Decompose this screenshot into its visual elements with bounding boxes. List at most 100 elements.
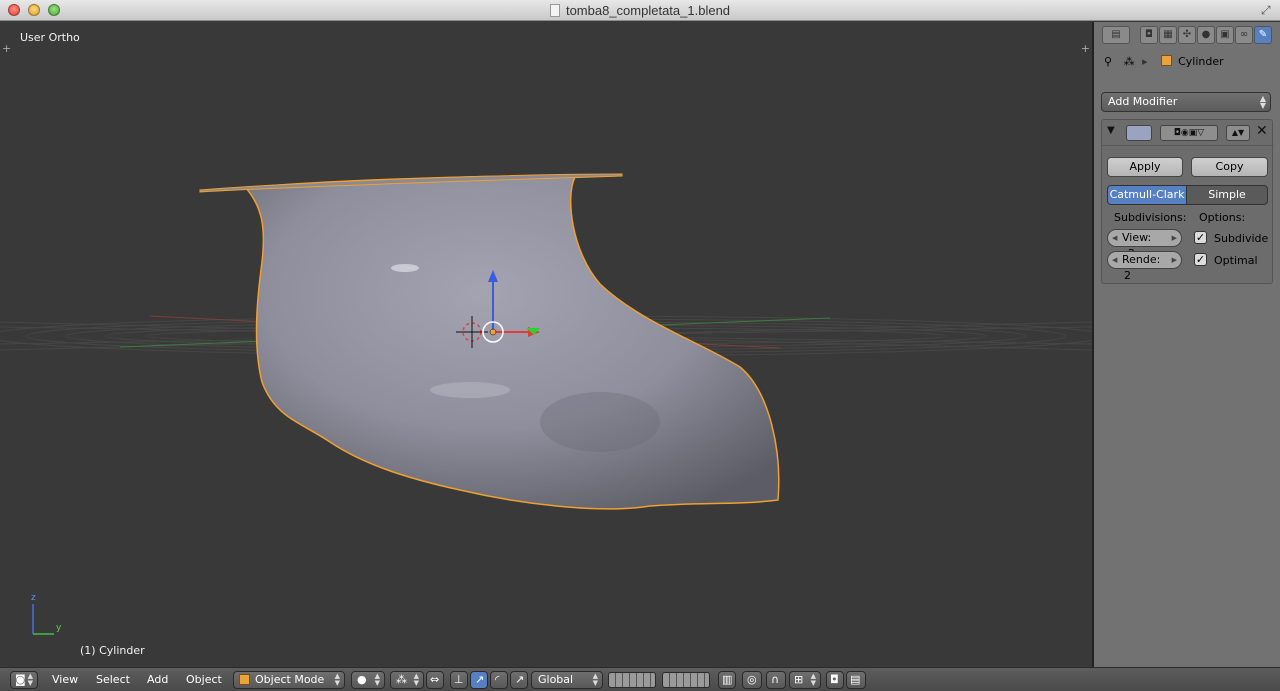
layer-lock-button[interactable]: ▥ (718, 671, 736, 689)
snap-toggle[interactable]: ∩ (766, 671, 786, 689)
object-context-icon[interactable]: ▣ (1216, 26, 1234, 44)
menu-add[interactable]: Add (147, 673, 168, 686)
increment-arrow-icon[interactable]: ▶ (1172, 230, 1177, 246)
options-label: Options: (1199, 211, 1246, 224)
subdivide-uvs-checkbox[interactable]: ✓ (1194, 231, 1207, 244)
properties-editor: ▤ ◘ ▦ ✣ ● ▣ ∞ ✎ ⚲ ⁂ ▸ Cylinder Add Modif… (1094, 22, 1280, 667)
document-icon (549, 4, 560, 17)
object-label: (1) Cylinder (80, 644, 145, 657)
scene-context-icon[interactable]: ✣ (1178, 26, 1196, 44)
render-levels-label: Rende: (1122, 253, 1161, 266)
window-title: tomba8_completata_1.blend (0, 3, 1280, 18)
manipulator-axis-button[interactable]: ⊥ (450, 671, 468, 689)
layer-icon: ▥ (722, 673, 733, 686)
optimal-display-checkbox[interactable]: ✓ (1194, 253, 1207, 266)
render-context-icon[interactable]: ◘ (1140, 26, 1158, 44)
modifier-display-toggles[interactable]: ◘◉▣▽ (1160, 125, 1218, 141)
mode-dropdown[interactable]: Object Mode ▲ ▼ (233, 671, 345, 689)
dropdown-arrows-icon: ▲ ▼ (374, 672, 380, 687)
breadcrumb-object-name: Cylinder (1178, 55, 1224, 68)
view-levels-field[interactable]: ◀ View: 2 ▶ (1107, 229, 1182, 260)
properties-context-bar: ▤ ◘ ▦ ✣ ● ▣ ∞ ✎ (1094, 22, 1280, 48)
dropdown-arrows-icon: ▲ ▼ (413, 672, 419, 687)
remove-modifier-icon[interactable]: ✕ (1256, 123, 1268, 139)
3d-view-header: ◙ ▲ ▼ View Select Add Object Object Mode ▲… (0, 667, 1280, 691)
camera-icon: ◘ (830, 673, 839, 686)
breadcrumb: ⚲ ⁂ ▸ Cylinder (1104, 55, 1224, 68)
subdivisions-label: Subdivisions: (1114, 211, 1187, 224)
decrement-arrow-icon[interactable]: ◀ (1112, 252, 1117, 268)
manipulator-toggle[interactable]: ⇔ (426, 671, 444, 689)
proportional-circle-icon: ◎ (747, 673, 757, 686)
move-modifier-icon[interactable]: ▲▼ (1226, 125, 1250, 141)
object-mode-icon (239, 674, 250, 685)
menu-select[interactable]: Select (96, 673, 130, 686)
orientation-label: Global (538, 673, 574, 686)
cube-view-icon: ◙ (15, 673, 26, 686)
clapper-icon: ▤ (850, 673, 861, 686)
increment-arrow-icon[interactable]: ▶ (1172, 252, 1177, 268)
shading-dropdown[interactable]: ● ▲ ▼ (351, 671, 385, 689)
3d-viewport[interactable]: z y User Ortho (1) Cylinder + + (0, 22, 1092, 667)
properties-toggle-icon[interactable]: + (1081, 42, 1090, 55)
editor-type-icon[interactable]: ▤ (1102, 26, 1130, 44)
collapse-triangle-icon[interactable]: ▼ (1107, 125, 1115, 136)
scale-button[interactable]: ↗ (510, 671, 528, 689)
proportional-edit-button[interactable]: ◎ (742, 671, 762, 689)
pin-icon[interactable]: ⚲ (1104, 55, 1112, 68)
axis-y-label: y (56, 623, 62, 633)
add-modifier-dropdown[interactable]: Add Modifier ▲ ▼ (1101, 92, 1271, 112)
render-camera-button[interactable]: ◘ (826, 671, 844, 689)
axis-arrows-icon: ⊥ (454, 673, 464, 686)
dropdown-arrows-icon: ▲ ▼ (334, 672, 340, 687)
render-levels-value: 2 (1124, 269, 1131, 282)
rotate-arc-icon: ◜ (495, 673, 500, 686)
subsurf-modifier-panel: ▼ ◘◉▣▽ ▲▼ ✕ Apply Copy Catmull-Clark Sim… (1101, 119, 1274, 284)
constraints-context-icon[interactable]: ∞ (1235, 26, 1253, 44)
snap-element-dropdown[interactable]: ⊞ ▲ ▼ (789, 671, 821, 689)
render-levels-field[interactable]: ◀ Rende: 2 ▶ (1107, 251, 1182, 282)
modifier-header: ▼ ◘◉▣▽ ▲▼ ✕ (1102, 120, 1274, 146)
catmull-clark-toggle[interactable]: Catmull-Clark (1107, 185, 1187, 205)
render-animation-button[interactable]: ▤ (846, 671, 866, 689)
axis-gizmo (32, 604, 54, 635)
snap-increment-icon: ⊞ (794, 673, 804, 686)
menu-object[interactable]: Object (186, 673, 222, 686)
translate-button[interactable]: ↗ (470, 671, 488, 689)
solid-shading-icon: ● (357, 673, 367, 686)
layers-context-icon[interactable]: ▦ (1159, 26, 1177, 44)
toolshelf-toggle-icon[interactable]: + (2, 42, 11, 55)
translate-arrow-icon: ↗ (475, 673, 485, 686)
copy-button[interactable]: Copy (1191, 157, 1268, 177)
mode-label: Object Mode (255, 673, 325, 686)
subdivide-uvs-label: Subdivide (1214, 232, 1269, 245)
menu-view[interactable]: View (52, 673, 78, 686)
orientation-dropdown[interactable]: Global ▲ ▼ (531, 671, 603, 689)
rotate-button[interactable]: ◜ (490, 671, 508, 689)
decrement-arrow-icon[interactable]: ◀ (1112, 230, 1117, 246)
viewport-scene (0, 173, 1092, 635)
scene-layers-group-2[interactable] (662, 672, 710, 688)
pivot-point-icon: ⁂ (396, 673, 407, 686)
view-label: User Ortho (20, 31, 80, 44)
scene-layers-group-1[interactable] (608, 672, 656, 688)
window-title-text: tomba8_completata_1.blend (565, 3, 731, 18)
dropdown-arrows-icon: ▲ ▼ (592, 672, 598, 687)
fullscreen-icon[interactable]: ⤢ (1261, 3, 1274, 17)
dropdown-arrows-icon: ▲ ▼ (810, 672, 816, 687)
dropdown-arrows-icon: ▲ ▼ (1259, 94, 1266, 110)
scene-data-icon: ⁂ (1123, 55, 1135, 68)
view-levels-label: View: (1122, 231, 1152, 244)
simple-toggle[interactable]: Simple (1186, 185, 1268, 205)
axis-z-label: z (31, 593, 36, 603)
object-cube-icon (1161, 55, 1173, 66)
scale-icon: ↗ (515, 673, 525, 686)
dropdown-arrows-icon: ▲ ▼ (27, 672, 33, 687)
modifier-type-icon (1126, 125, 1152, 141)
editor-type-button[interactable]: ◙ ▲ ▼ (10, 671, 38, 689)
pivot-dropdown[interactable]: ⁂ ▲ ▼ (390, 671, 424, 689)
modifier-wrench-icon[interactable]: ✎ (1254, 26, 1272, 44)
world-context-icon[interactable]: ● (1197, 26, 1215, 44)
apply-button[interactable]: Apply (1107, 157, 1183, 177)
manipulator-icon: ⇔ (430, 673, 440, 686)
